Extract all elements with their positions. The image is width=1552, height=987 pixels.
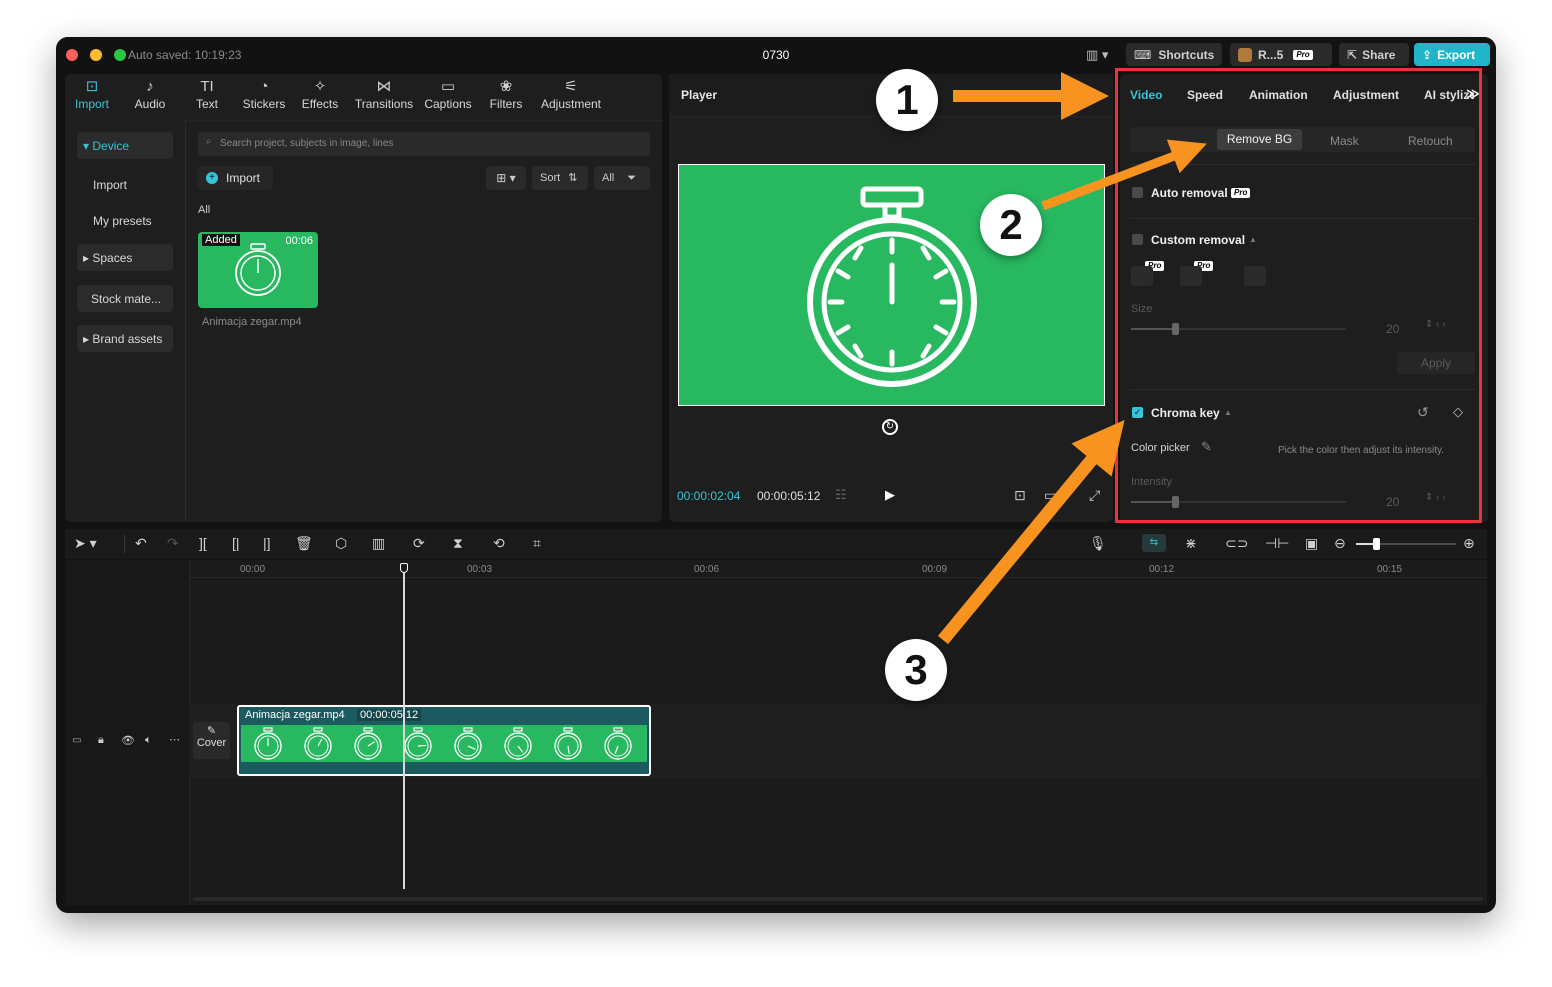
arrow-3 — [937, 419, 1125, 645]
callout-2: 2 — [980, 194, 1042, 256]
annotation-arrows — [937, 72, 1207, 645]
callout-1: 1 — [876, 69, 938, 131]
arrow-2 — [1041, 139, 1207, 211]
callout-3: 3 — [885, 639, 947, 701]
